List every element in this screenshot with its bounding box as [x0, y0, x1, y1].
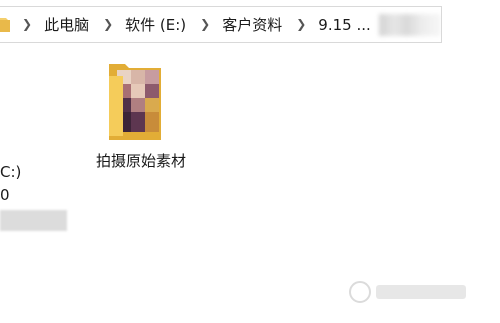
breadcrumb-customer-data[interactable]: 客户资料 [220, 14, 284, 35]
watermark-logo [346, 277, 476, 307]
chevron-right-icon[interactable]: ❯ [200, 17, 210, 31]
breadcrumb[interactable]: ❯ 此电脑 ❯ 软件 (E:) ❯ 客户资料 ❯ 9.15 ... [0, 6, 442, 43]
navigation-pane: C:) 0 [0, 43, 80, 323]
breadcrumb-current-folder[interactable]: 9.15 ... [316, 16, 372, 34]
chevron-right-icon[interactable]: ❯ [22, 17, 32, 31]
breadcrumb-drive-e[interactable]: 软件 (E:) [123, 14, 188, 35]
nav-item-drive-sub[interactable]: 0 [0, 186, 10, 204]
folder-icon [0, 17, 10, 32]
file-explorer-window: ❯ 此电脑 ❯ 软件 (E:) ❯ 客户资料 ❯ 9.15 ... C:) 0 [0, 0, 500, 323]
nav-item-drive-c[interactable]: C:) [0, 163, 21, 181]
breadcrumb-this-pc[interactable]: 此电脑 [42, 14, 91, 35]
blurred-region [378, 13, 441, 36]
blurred-nav-item [0, 210, 67, 231]
chevron-right-icon[interactable]: ❯ [296, 17, 306, 31]
folder-name-label: 拍摄原始素材 [96, 152, 187, 170]
folder-icon [103, 58, 167, 148]
chevron-right-icon[interactable]: ❯ [103, 17, 113, 31]
